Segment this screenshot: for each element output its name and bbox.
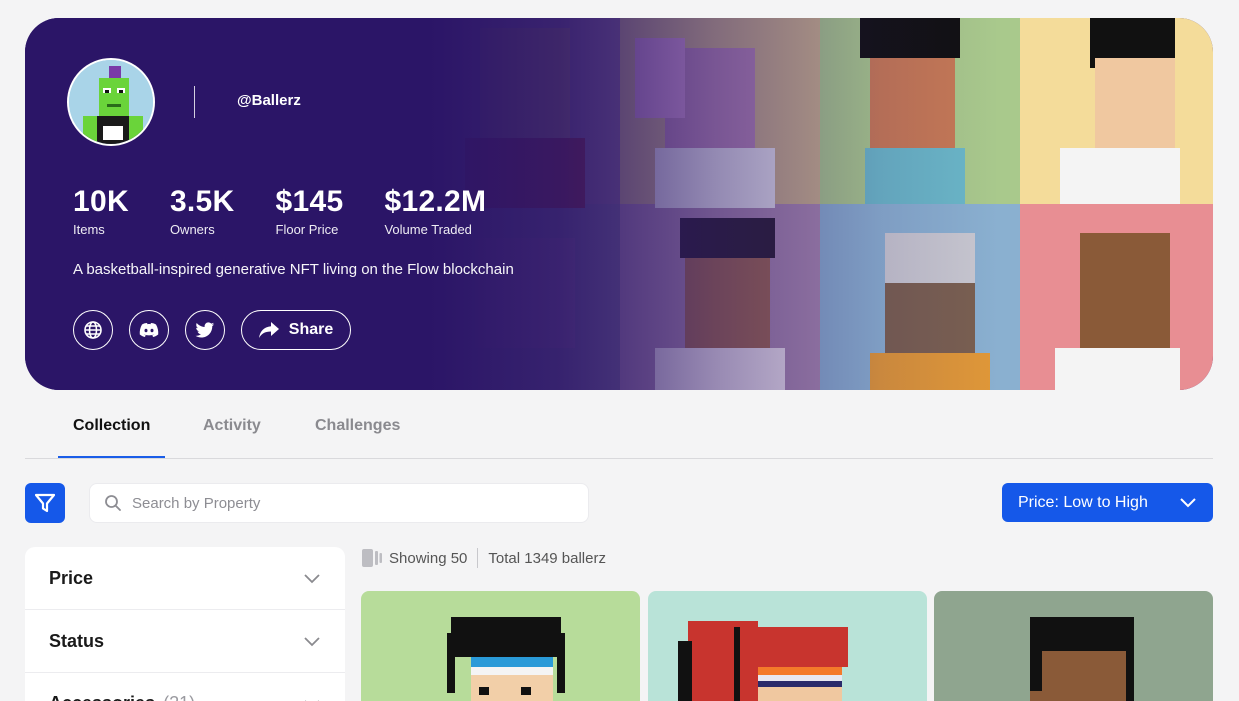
collection-description: A basketball-inspired generative NFT liv… bbox=[73, 261, 514, 278]
nft-artwork bbox=[678, 621, 848, 701]
nft-card[interactable] bbox=[361, 591, 640, 701]
results-summary: Showing 50 Total 1349 ballerz bbox=[361, 547, 606, 569]
stat-value: $145 bbox=[275, 185, 344, 218]
filter-title: Accessories bbox=[49, 693, 155, 701]
chevron-down-icon bbox=[1180, 497, 1196, 507]
filter-title: Price bbox=[49, 567, 94, 588]
active-tab-indicator bbox=[58, 456, 165, 458]
filter-title: Status bbox=[49, 630, 105, 651]
funnel-icon bbox=[35, 493, 55, 513]
share-label: Share bbox=[288, 321, 334, 338]
nft-artwork bbox=[1030, 617, 1134, 701]
property-search bbox=[89, 483, 589, 523]
search-input[interactable] bbox=[132, 494, 562, 512]
stat-label: Owners bbox=[169, 222, 215, 237]
share-arrow-icon bbox=[258, 322, 279, 338]
filter-count: (21) bbox=[163, 693, 195, 701]
filter-section-accessories[interactable]: Accessories (21) bbox=[25, 673, 345, 701]
nft-artwork bbox=[447, 617, 565, 701]
stat-volume: $12.2M Volume Traded bbox=[384, 184, 486, 237]
social-links: Share bbox=[73, 310, 351, 350]
filter-section-price[interactable]: Price bbox=[25, 547, 345, 610]
filter-section-status[interactable]: Status bbox=[25, 610, 345, 673]
stat-value: $12.2M bbox=[384, 185, 487, 218]
collection-avatar bbox=[67, 58, 155, 146]
stat-label: Floor Price bbox=[275, 222, 339, 237]
twitter-button[interactable] bbox=[185, 310, 225, 350]
collection-handle[interactable]: @Ballerz bbox=[237, 92, 301, 109]
filter-toggle-button[interactable] bbox=[25, 483, 65, 523]
tab-activity[interactable]: Activity bbox=[203, 417, 261, 435]
stat-owners: 3.5K Owners bbox=[170, 184, 235, 237]
globe-icon bbox=[84, 321, 102, 339]
collection-stats: 10K Items 3.5K Owners $145 Floor Price $… bbox=[73, 184, 527, 237]
stat-label: Items bbox=[73, 222, 105, 237]
tab-collection[interactable]: Collection bbox=[73, 417, 150, 435]
stat-value: 10K bbox=[73, 185, 129, 218]
discord-button[interactable] bbox=[129, 310, 169, 350]
showing-count: Showing 50 bbox=[389, 549, 468, 567]
header-divider bbox=[194, 86, 195, 118]
cards-icon bbox=[362, 549, 382, 567]
stat-value: 3.5K bbox=[169, 185, 235, 218]
filter-sidebar: Price Status Accessories (21) bbox=[25, 547, 345, 701]
collection-tabs: Collection Activity Challenges bbox=[25, 400, 1213, 459]
results-divider bbox=[477, 548, 479, 568]
stat-label: Volume Traded bbox=[384, 222, 472, 237]
nft-card[interactable] bbox=[934, 591, 1213, 701]
collection-banner: @Ballerz 10K Items 3.5K Owners $145 Floo… bbox=[25, 18, 1213, 390]
nft-card[interactable] bbox=[648, 591, 927, 701]
discord-icon bbox=[139, 323, 159, 337]
sort-selected-label: Price: Low to High bbox=[1018, 493, 1148, 511]
tab-challenges[interactable]: Challenges bbox=[315, 417, 400, 435]
search-icon bbox=[105, 495, 121, 511]
total-count: Total 1349 ballerz bbox=[488, 549, 606, 567]
share-button[interactable]: Share bbox=[241, 310, 351, 350]
twitter-icon bbox=[195, 321, 215, 337]
chevron-down-icon bbox=[304, 573, 320, 583]
chevron-down-icon bbox=[304, 636, 320, 646]
stat-floor-price: $145 Floor Price bbox=[276, 184, 344, 237]
website-button[interactable] bbox=[73, 310, 113, 350]
stat-items: 10K Items bbox=[73, 184, 129, 237]
sort-dropdown[interactable]: Price: Low to High bbox=[1002, 483, 1213, 522]
